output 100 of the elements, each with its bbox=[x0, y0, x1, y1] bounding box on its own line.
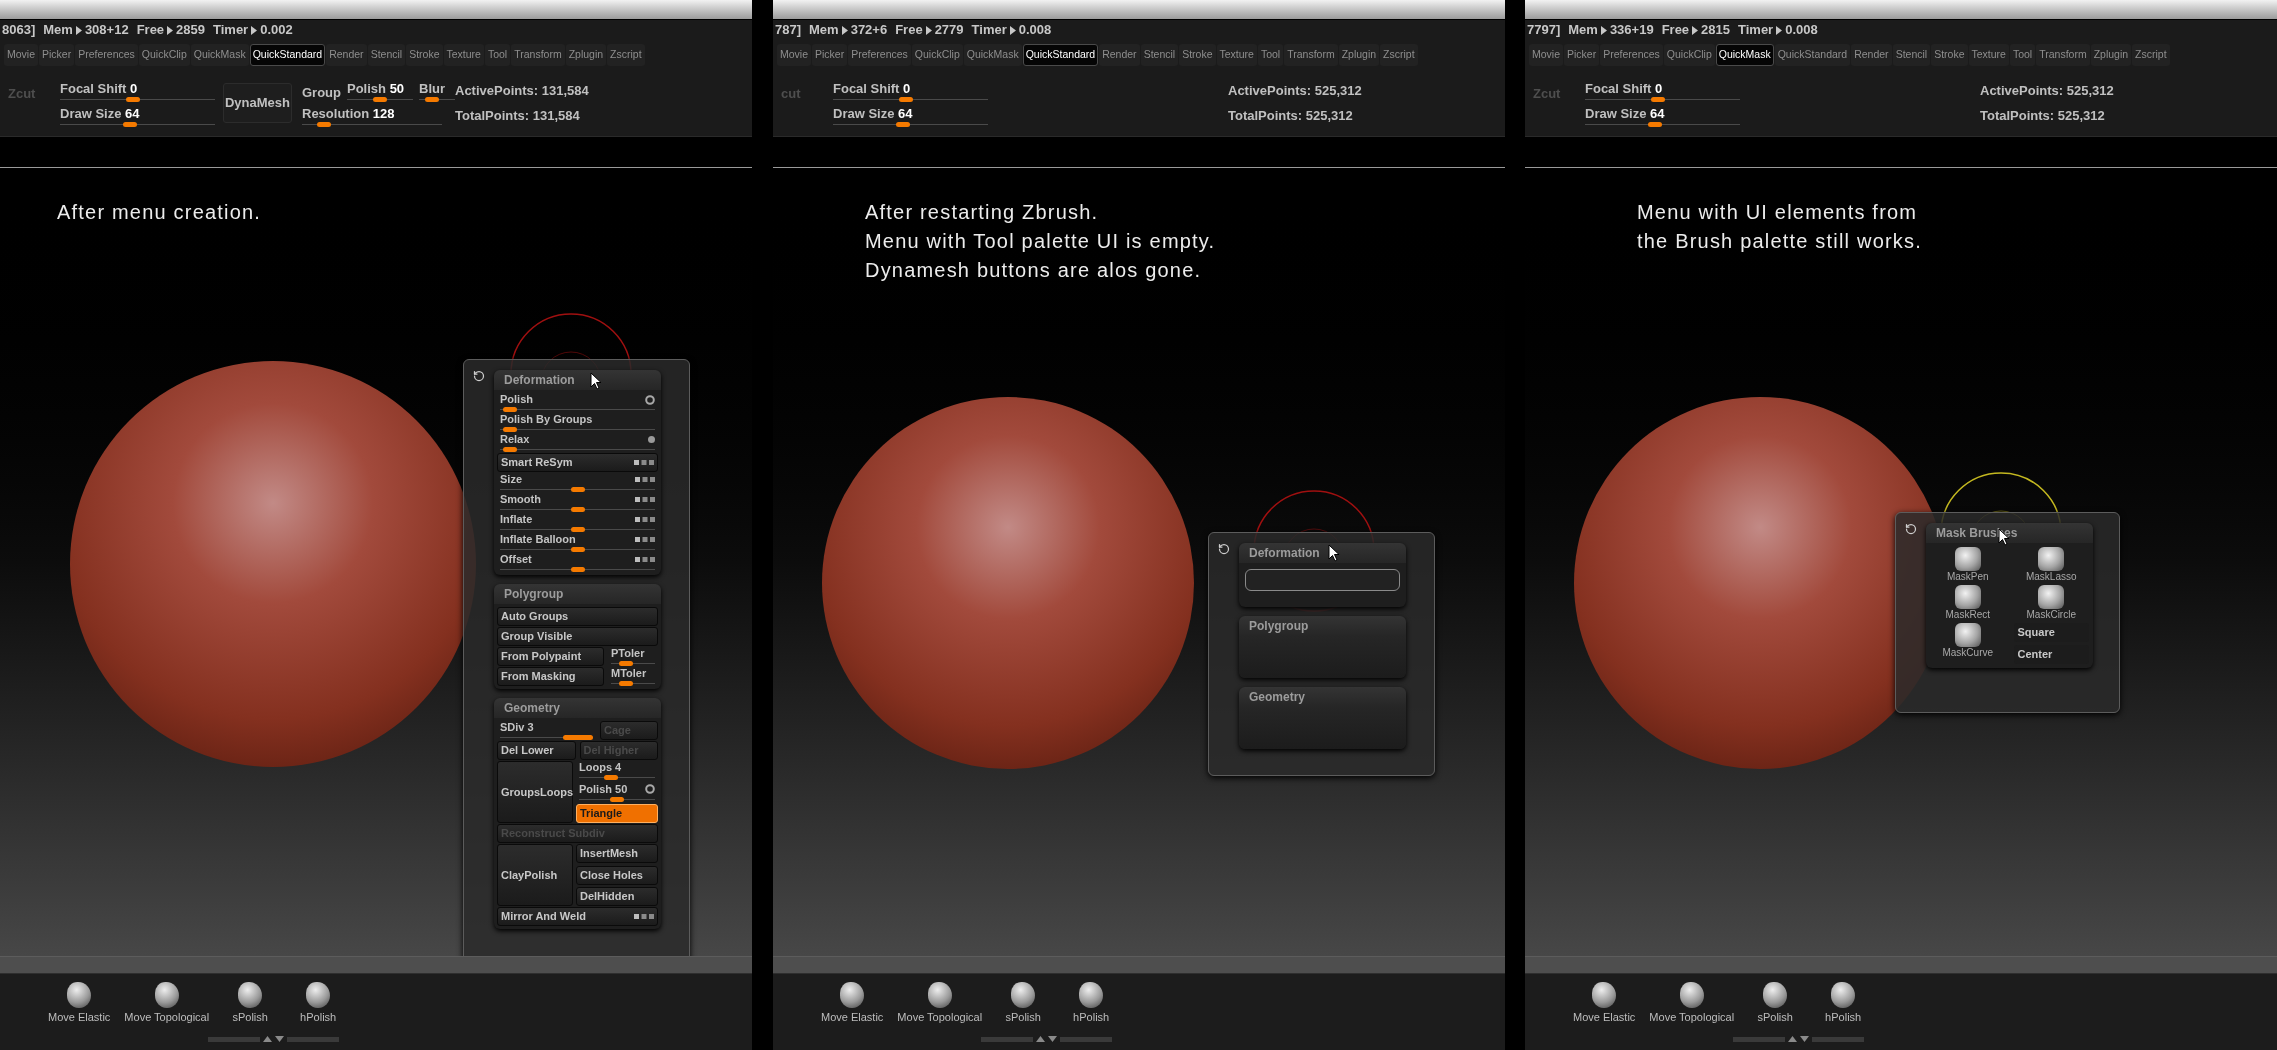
shelf-brush[interactable]: hPolish bbox=[1816, 982, 1871, 1024]
slider-thumb[interactable] bbox=[603, 775, 618, 780]
reset-icon[interactable] bbox=[1905, 523, 1917, 535]
dot-icon[interactable] bbox=[648, 436, 655, 443]
menu-tab[interactable]: QuickClip bbox=[1663, 44, 1715, 66]
menu-tab[interactable]: Picker bbox=[1564, 44, 1600, 66]
menu-tab[interactable]: Movie bbox=[777, 44, 811, 66]
palette-button[interactable]: Smart ReSym bbox=[497, 453, 658, 472]
palette-button[interactable]: GroupsLoops bbox=[497, 761, 573, 823]
menu-tab[interactable]: QuickStandard bbox=[1774, 44, 1851, 66]
viewport[interactable] bbox=[0, 168, 752, 956]
brush-thumbnail-icon[interactable] bbox=[1954, 623, 1981, 647]
shelf-brush[interactable]: Move Topological bbox=[124, 982, 210, 1024]
reset-icon[interactable] bbox=[1218, 543, 1230, 555]
slider-thumb[interactable] bbox=[618, 681, 633, 686]
menu-tab[interactable]: Tool bbox=[484, 44, 511, 66]
slider-thumb[interactable] bbox=[317, 122, 332, 127]
slider-thumb[interactable] bbox=[126, 97, 141, 102]
slider-thumb[interactable] bbox=[502, 407, 517, 412]
menu-tab[interactable]: QuickMask bbox=[190, 44, 249, 66]
scrollbar[interactable] bbox=[1060, 1036, 1112, 1042]
scroll-down-icon[interactable] bbox=[1048, 1036, 1057, 1042]
menu-tab[interactable]: QuickStandard bbox=[249, 44, 326, 66]
menu-tab[interactable]: Preferences bbox=[1600, 44, 1663, 66]
shelf-brush[interactable]: Move Topological bbox=[1649, 982, 1735, 1024]
subpalette-title[interactable]: Polygroup bbox=[494, 584, 661, 604]
brush-thumbnail-icon[interactable] bbox=[2038, 547, 2065, 571]
brush-thumbnail-icon[interactable] bbox=[1954, 547, 1981, 571]
menu-tab[interactable]: Render bbox=[1851, 44, 1892, 66]
slider-thumb[interactable] bbox=[570, 527, 585, 532]
scroll-up-icon[interactable] bbox=[1788, 1036, 1797, 1042]
toggle-button[interactable]: Triangle bbox=[576, 804, 658, 823]
subpalette-title[interactable]: Deformation bbox=[1239, 543, 1406, 563]
palette-button[interactable]: Mirror And Weld bbox=[497, 907, 658, 926]
slider-thumb[interactable] bbox=[502, 427, 517, 432]
menu-tab[interactable]: QuickClip bbox=[138, 44, 190, 66]
menu-tab[interactable]: Transform bbox=[511, 44, 565, 66]
menu-tab[interactable]: QuickStandard bbox=[1022, 44, 1099, 66]
slider-thumb[interactable] bbox=[424, 97, 439, 102]
brush-thumbnail-icon[interactable] bbox=[1954, 585, 1981, 609]
menu-tab[interactable]: Stroke bbox=[406, 44, 443, 66]
menu-tab[interactable]: Transform bbox=[2036, 44, 2090, 66]
menu-tab[interactable]: Render bbox=[1099, 44, 1140, 66]
slider-thumb[interactable] bbox=[610, 796, 624, 802]
scrollbar[interactable] bbox=[1733, 1036, 1785, 1042]
palette-button[interactable]: Del Lower bbox=[497, 741, 576, 760]
menu-tab[interactable]: Zscript bbox=[1380, 44, 1418, 66]
menu-tab[interactable]: Zplugin bbox=[565, 44, 607, 66]
slider-thumb[interactable] bbox=[570, 487, 585, 492]
symmetry-axes-icon[interactable] bbox=[635, 536, 655, 543]
menu-tab[interactable]: Zplugin bbox=[1338, 44, 1380, 66]
symmetry-axes-icon[interactable] bbox=[635, 496, 655, 503]
menu-tab[interactable]: Movie bbox=[4, 44, 38, 66]
scrollbar[interactable] bbox=[981, 1036, 1033, 1042]
reset-icon[interactable] bbox=[473, 370, 485, 382]
menu-tab[interactable]: Zscript bbox=[607, 44, 645, 66]
slider-thumb[interactable] bbox=[570, 507, 585, 512]
scrollbar[interactable] bbox=[1812, 1036, 1864, 1042]
menu-tab[interactable]: Render bbox=[326, 44, 367, 66]
slider-thumb[interactable] bbox=[1651, 97, 1666, 102]
symmetry-axes-icon[interactable] bbox=[635, 516, 655, 523]
slider-thumb[interactable] bbox=[373, 97, 387, 102]
subpalette-title[interactable]: Geometry bbox=[1239, 687, 1406, 707]
slider-thumb[interactable] bbox=[563, 735, 593, 740]
shelf-brush[interactable]: sPolish bbox=[1748, 982, 1803, 1024]
subpalette-title[interactable]: Geometry bbox=[494, 698, 661, 718]
symmetry-axes-icon[interactable] bbox=[634, 913, 654, 920]
palette-button[interactable]: ClayPolish bbox=[497, 844, 573, 906]
subpalette-title[interactable]: Deformation bbox=[494, 370, 661, 390]
subpalette-title[interactable]: Polygroup bbox=[1239, 616, 1406, 636]
ring-icon[interactable] bbox=[645, 394, 655, 405]
palette-button[interactable]: Group Visible bbox=[497, 627, 658, 646]
shelf-brush[interactable]: hPolish bbox=[1064, 982, 1119, 1024]
slider-thumb[interactable] bbox=[570, 567, 585, 572]
menu-tab[interactable]: Stencil bbox=[367, 44, 406, 66]
slider-thumb[interactable] bbox=[618, 661, 633, 666]
menu-tab[interactable]: Texture bbox=[1216, 44, 1257, 66]
scroll-down-icon[interactable] bbox=[1800, 1036, 1809, 1042]
ring-icon[interactable] bbox=[645, 784, 655, 794]
palette-button[interactable]: InsertMesh bbox=[576, 844, 658, 863]
scroll-down-icon[interactable] bbox=[275, 1036, 284, 1042]
menu-tab[interactable]: Picker bbox=[812, 44, 848, 66]
palette-button[interactable]: Close Holes bbox=[576, 865, 658, 885]
palette-button[interactable]: From Polypaint bbox=[497, 647, 604, 666]
shelf-brush[interactable]: Move Elastic bbox=[821, 982, 884, 1024]
slider-thumb[interactable] bbox=[502, 447, 517, 452]
shelf-brush[interactable]: sPolish bbox=[223, 982, 278, 1024]
shelf-brush[interactable]: hPolish bbox=[291, 982, 346, 1024]
menu-tab[interactable]: Tool bbox=[2009, 44, 2036, 66]
symmetry-axes-icon[interactable] bbox=[634, 459, 654, 466]
scrollbar[interactable] bbox=[287, 1036, 339, 1042]
scroll-up-icon[interactable] bbox=[1036, 1036, 1045, 1042]
menu-tab[interactable]: QuickMask bbox=[1715, 44, 1774, 66]
menu-tab[interactable]: Transform bbox=[1284, 44, 1338, 66]
group-label[interactable]: Group bbox=[302, 85, 341, 100]
dynamesh-button[interactable]: DynaMesh bbox=[223, 83, 292, 123]
shelf-brush[interactable]: Move Topological bbox=[897, 982, 983, 1024]
menu-tab[interactable]: Preferences bbox=[848, 44, 911, 66]
menu-tab[interactable]: Zplugin bbox=[2090, 44, 2132, 66]
palette-button[interactable]: Auto Groups bbox=[497, 607, 658, 626]
